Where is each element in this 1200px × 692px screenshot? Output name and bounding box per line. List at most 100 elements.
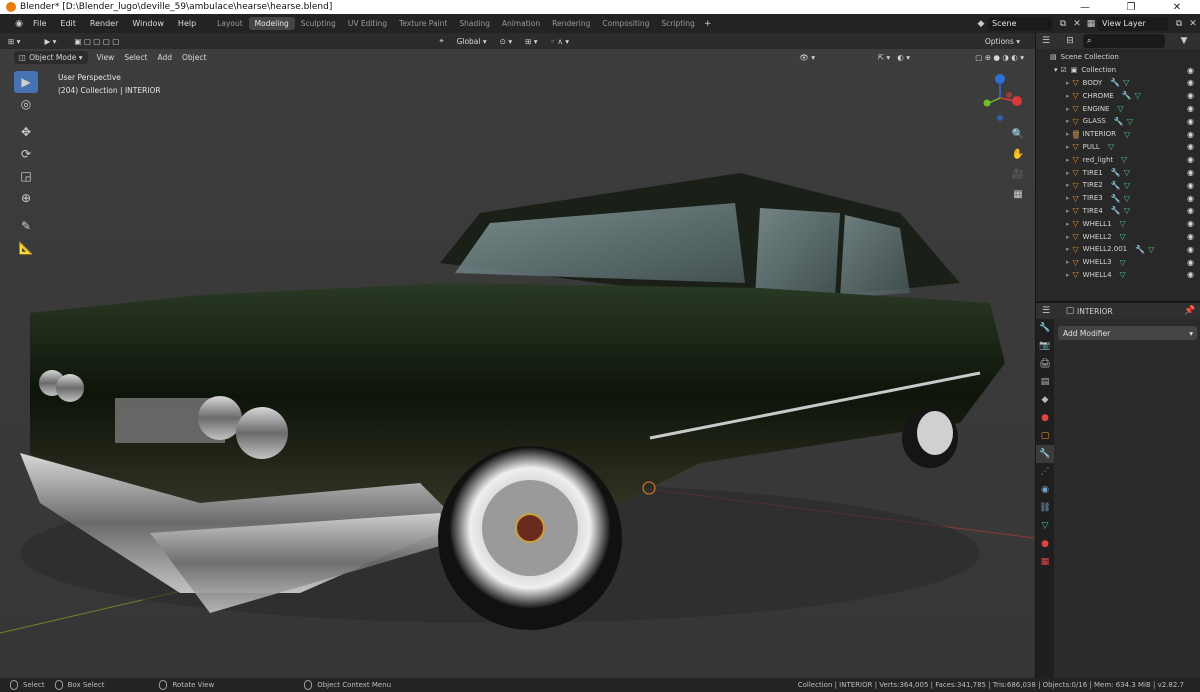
view-layer-field[interactable]: View Layer [1098,16,1168,31]
mesh-data-icon[interactable]: ▽ [1120,232,1126,241]
eye-icon[interactable]: ◉ [1187,91,1194,100]
selection-mode-group[interactable]: ▣ ▢ ▢ ▢ ▢ [69,34,125,48]
modifier-wrench-icon[interactable]: 🔧 [1111,206,1121,215]
add-modifier-dropdown[interactable]: Add Modifier ▾ [1058,326,1197,340]
eye-icon[interactable]: ◉ [1187,78,1194,87]
filter-icon[interactable]: ▼ [1177,34,1191,48]
minimize-button[interactable]: — [1062,0,1108,14]
eye-icon[interactable]: ◉ [1187,245,1194,254]
expand-icon[interactable]: ▸ [1066,143,1070,151]
modifier-wrench-icon[interactable]: 🔧 [1114,117,1124,126]
material-tab-icon[interactable]: ● [1036,535,1054,553]
mesh-data-icon[interactable]: ▽ [1120,219,1126,228]
scene-icon[interactable]: ◆ [974,17,988,31]
scale-tool-icon[interactable]: ◲ [14,165,38,187]
expand-icon[interactable]: ▾ [1054,66,1058,74]
display-mode-icon[interactable]: ⊟ [1063,34,1077,48]
cursor-tool-icon[interactable]: ◎ [14,93,38,115]
tab-sculpting[interactable]: Sculpting [295,17,342,30]
measure-tool-icon[interactable]: 📐 [14,237,38,259]
tab-texture-paint[interactable]: Texture Paint [393,17,453,30]
mesh-data-icon[interactable]: ▽ [1124,181,1130,190]
expand-icon[interactable]: ▸ [1066,194,1070,202]
pan-hand-icon[interactable]: ✋ [1009,145,1027,163]
close-button[interactable]: ✕ [1154,0,1200,14]
expand-icon[interactable]: ▸ [1066,220,1070,228]
shading-mode-icons[interactable]: ▢ ⊕ ● ◑ ◐ ▾ [970,53,1029,62]
gizmo-toggle-icon[interactable]: ⇱ ▾ ◐ ▾ [873,53,915,62]
pin-icon[interactable]: 📌 [1183,304,1197,318]
viewport-menu-object[interactable]: Object [177,53,211,62]
menu-file[interactable]: File [26,19,53,28]
outliner-item-interior[interactable]: ▸ ▽ INTERIOR ▽ ◉ [1036,128,1200,141]
outliner-item-whell4[interactable]: ▸ ▽ WHELL4 ▽ ◉ [1036,269,1200,282]
data-tab-icon[interactable]: ▽ [1036,517,1054,535]
eye-icon[interactable]: ◉ [1187,66,1194,75]
mesh-data-icon[interactable]: ▽ [1148,245,1154,254]
outliner-item-glass[interactable]: ▸ ▽ GLASS 🔧 ▽ ◉ [1036,115,1200,128]
eye-icon[interactable]: ◉ [1187,168,1194,177]
modifier-wrench-icon[interactable]: 🔧 [1135,245,1145,254]
scene-field[interactable]: Scene [988,16,1052,31]
viewport-menu-add[interactable]: Add [152,53,177,62]
outliner-item-body[interactable]: ▸ ▽ BODY 🔧 ▽ ◉ [1036,77,1200,90]
eye-icon[interactable]: ◉ [1187,232,1194,241]
tab-scripting[interactable]: Scripting [655,17,700,30]
eye-icon[interactable]: ◉ [1187,130,1194,139]
expand-icon[interactable]: ▸ [1066,130,1070,138]
outliner-editor-icon[interactable]: ☰ [1039,34,1053,48]
zoom-icon[interactable]: 🔍 [1009,125,1027,143]
menu-window[interactable]: Window [125,19,171,28]
eye-icon[interactable]: ◉ [1187,206,1194,215]
editor-type-button[interactable]: ⊞ ▾ [3,34,26,48]
checkbox-icon[interactable]: ☑ [1061,66,1067,74]
tool-tab-icon[interactable]: 🔧 [1036,319,1054,337]
outliner-item-tire1[interactable]: ▸ ▽ TIRE1 🔧 ▽ ◉ [1036,166,1200,179]
outliner-item-tire3[interactable]: ▸ ▽ TIRE3 🔧 ▽ ◉ [1036,192,1200,205]
expand-icon[interactable]: ▸ [1066,117,1070,125]
mesh-data-icon[interactable]: ▽ [1124,206,1130,215]
world-tab-icon[interactable]: ● [1036,409,1054,427]
outliner-item-engine[interactable]: ▸ ▽ ENGINE ▽ ◉ [1036,102,1200,115]
snap-dropdown[interactable]: ⊞ ▾ [520,34,543,48]
texture-tab-icon[interactable]: ▦ [1036,553,1054,571]
expand-icon[interactable]: ▸ [1066,169,1070,177]
expand-icon[interactable]: ▸ [1066,181,1070,189]
expand-icon[interactable]: ▸ [1066,207,1070,215]
modifier-wrench-icon[interactable]: 🔧 [1111,194,1121,203]
scene-collection-row[interactable]: ▤ Scene Collection [1036,51,1200,64]
grid-perspective-icon[interactable]: ▦ [1009,185,1027,203]
eye-icon[interactable]: ◉ [1187,270,1194,279]
eye-icon[interactable]: ◉ [1187,194,1194,203]
viewport-menu-view[interactable]: View [92,53,120,62]
blender-menu-icon[interactable]: ◉ [12,17,26,31]
visibility-icons[interactable]: 👁 ▾ [794,53,820,62]
navigation-gizmo[interactable] [975,73,1025,123]
modifier-tab-icon[interactable]: 🔧 [1036,445,1054,463]
delete-scene-icon[interactable]: ✕ [1070,17,1084,31]
expand-icon[interactable]: ▸ [1066,271,1070,279]
scene-tab-icon[interactable]: ◆ [1036,391,1054,409]
mesh-data-icon[interactable]: ▽ [1120,258,1126,267]
modifier-wrench-icon[interactable]: 🔧 [1111,168,1121,177]
orientation-icon[interactable]: ⌖ [434,36,448,46]
tab-modeling[interactable]: Modeling [248,17,295,30]
tab-animation[interactable]: Animation [496,17,546,30]
eye-icon[interactable]: ◉ [1187,181,1194,190]
collection-row[interactable]: ▾ ☑ ▣ Collection ◉ [1036,64,1200,77]
outliner-item-whell2[interactable]: ▸ ▽ WHELL2 ▽ ◉ [1036,230,1200,243]
outliner-item-tire2[interactable]: ▸ ▽ TIRE2 🔧 ▽ ◉ [1036,179,1200,192]
mesh-data-icon[interactable]: ▽ [1127,117,1133,126]
outliner-item-tire4[interactable]: ▸ ▽ TIRE4 🔧 ▽ ◉ [1036,205,1200,218]
delete-view-layer-icon[interactable]: ✕ [1186,17,1200,31]
rotate-tool-icon[interactable]: ⟳ [14,143,38,165]
tab-compositing[interactable]: Compositing [596,17,655,30]
eye-icon[interactable]: ◉ [1187,117,1194,126]
proportional-edit-button[interactable]: ◦ ∧ ▾ [545,34,574,48]
outliner-item-whell2.001[interactable]: ▸ ▽ WHELL2.001 🔧 ▽ ◉ [1036,243,1200,256]
eye-icon[interactable]: ◉ [1187,142,1194,151]
mesh-data-icon[interactable]: ▽ [1120,270,1126,279]
viewport-menu-select[interactable]: Select [119,53,152,62]
outliner-item-whell1[interactable]: ▸ ▽ WHELL1 ▽ ◉ [1036,217,1200,230]
outliner-item-whell3[interactable]: ▸ ▽ WHELL3 ▽ ◉ [1036,256,1200,269]
